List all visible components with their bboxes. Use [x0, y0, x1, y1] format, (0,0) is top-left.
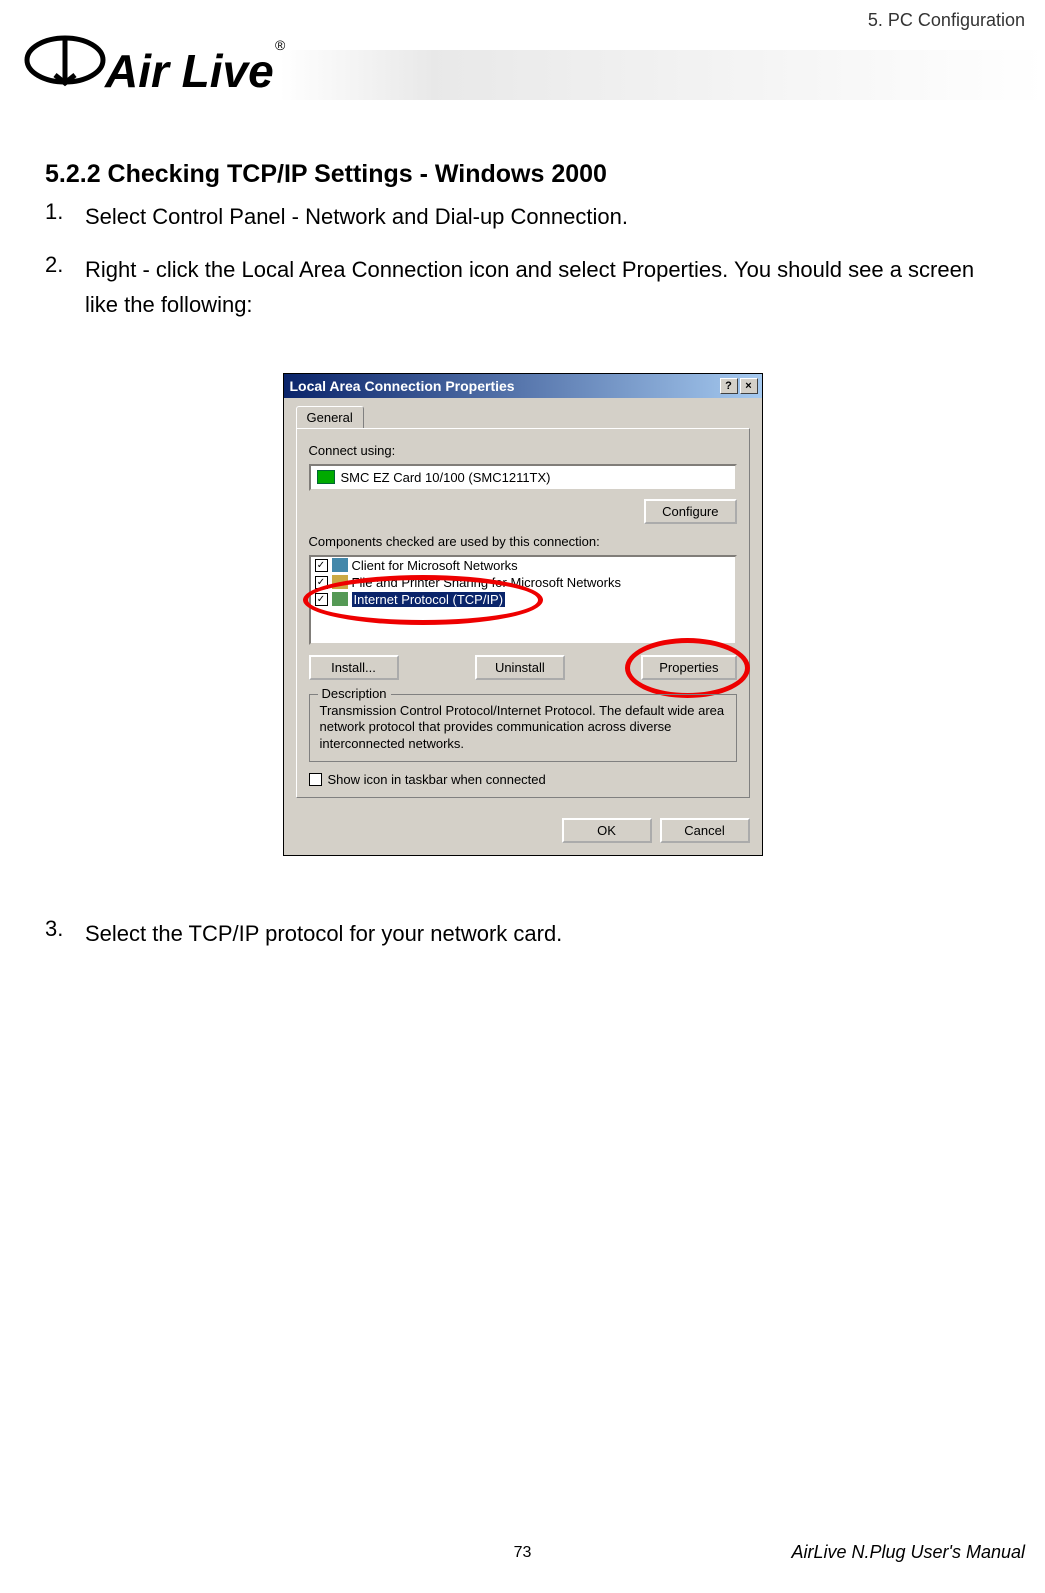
step-number: 1.	[45, 199, 85, 234]
description-text: Transmission Control Protocol/Internet P…	[320, 703, 726, 754]
component-item-fileprint[interactable]: ✓ File and Printer Sharing for Microsoft…	[311, 574, 735, 591]
show-icon-checkbox[interactable]	[309, 773, 322, 786]
checkbox-icon[interactable]: ✓	[315, 593, 328, 606]
step-number: 2.	[45, 252, 85, 322]
checkbox-icon[interactable]: ✓	[315, 576, 328, 589]
client-icon	[332, 558, 348, 572]
checkbox-icon[interactable]: ✓	[315, 559, 328, 572]
dialog-titlebar: Local Area Connection Properties ? ×	[284, 374, 762, 398]
components-listbox[interactable]: ✓ Client for Microsoft Networks ✓ File a…	[309, 555, 737, 645]
step-3: 3. Select the TCP/IP protocol for your n…	[45, 916, 1000, 951]
component-label-selected: Internet Protocol (TCP/IP)	[352, 592, 506, 607]
step-number: 3.	[45, 916, 85, 951]
nic-name: SMC EZ Card 10/100 (SMC1211TX)	[341, 470, 551, 485]
properties-button[interactable]: Properties	[641, 655, 736, 680]
dialog-title: Local Area Connection Properties	[290, 378, 720, 394]
components-label: Components checked are used by this conn…	[309, 534, 737, 549]
svg-text:Air Live: Air Live	[104, 45, 274, 97]
step-1: 1. Select Control Panel - Network and Di…	[45, 199, 1000, 234]
component-label: File and Printer Sharing for Microsoft N…	[352, 575, 621, 590]
section-heading: 5.2.2 Checking TCP/IP Settings - Windows…	[45, 160, 1000, 189]
uninstall-button[interactable]: Uninstall	[475, 655, 565, 680]
description-legend: Description	[318, 686, 391, 701]
component-item-tcpip[interactable]: ✓ Internet Protocol (TCP/IP)	[311, 591, 735, 608]
page-number: 73	[514, 1544, 532, 1562]
properties-dialog: Local Area Connection Properties ? × Gen…	[283, 373, 763, 857]
nic-icon	[317, 470, 335, 484]
cancel-button[interactable]: Cancel	[660, 818, 750, 843]
brand-logo: Air Live ®	[10, 25, 290, 115]
tcpip-icon	[332, 592, 348, 606]
tab-general[interactable]: General	[296, 406, 364, 428]
connect-using-label: Connect using:	[309, 443, 737, 458]
step-text: Right - click the Local Area Connection …	[85, 252, 1000, 322]
component-label: Client for Microsoft Networks	[352, 558, 518, 573]
manual-title: AirLive N.Plug User's Manual	[791, 1542, 1025, 1563]
install-button[interactable]: Install...	[309, 655, 399, 680]
configure-button[interactable]: Configure	[644, 499, 736, 524]
description-fieldset: Description Transmission Control Protoco…	[309, 694, 737, 763]
step-text: Select Control Panel - Network and Dial-…	[85, 199, 1000, 234]
step-2: 2. Right - click the Local Area Connecti…	[45, 252, 1000, 322]
show-icon-label: Show icon in taskbar when connected	[328, 772, 546, 787]
component-item-client[interactable]: ✓ Client for Microsoft Networks	[311, 557, 735, 574]
step-text: Select the TCP/IP protocol for your netw…	[85, 916, 1000, 951]
header-gradient-bar	[280, 50, 1045, 100]
ok-button[interactable]: OK	[562, 818, 652, 843]
airlive-logo-icon: Air Live ®	[10, 25, 290, 115]
close-button[interactable]: ×	[740, 378, 758, 394]
help-button[interactable]: ?	[720, 378, 738, 394]
chapter-header: 5. PC Configuration	[868, 10, 1025, 31]
printer-icon	[332, 575, 348, 589]
nic-field[interactable]: SMC EZ Card 10/100 (SMC1211TX)	[309, 464, 737, 491]
